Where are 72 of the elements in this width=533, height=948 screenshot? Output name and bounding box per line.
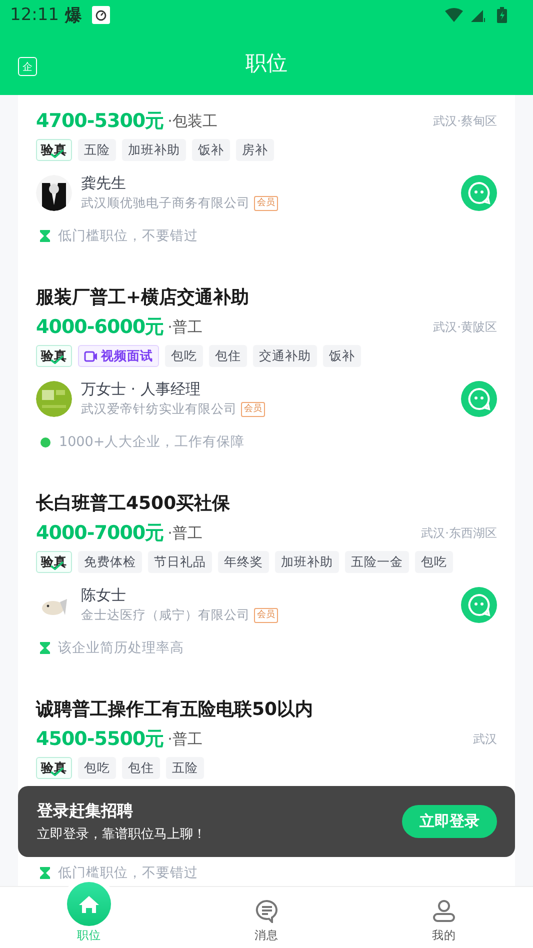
chat-button[interactable] [461, 381, 497, 417]
video-camera-icon [84, 350, 98, 362]
benefit-tag: 免费体检 [78, 551, 142, 573]
job-location: 武汉·蔡甸区 [433, 112, 497, 130]
benefit-tag: 年终奖 [218, 551, 269, 573]
member-badge: 会员 [241, 402, 265, 417]
member-badge: 会员 [254, 196, 278, 211]
notification-glyph: 爆 [65, 4, 82, 26]
benefit-tag: 五险一金 [345, 551, 409, 573]
status-time: 12:11 [10, 5, 59, 25]
benefit-tag: 饭补 [192, 139, 230, 161]
chat-bubble-icon [467, 181, 491, 205]
nav-tab[interactable]: 消息 [178, 887, 356, 948]
message-icon [254, 899, 278, 923]
nav-tab[interactable]: 职位 [0, 887, 178, 948]
job-location: 武汉·黄陂区 [433, 318, 497, 336]
chat-button[interactable] [461, 175, 497, 211]
benefit-tag: 加班补助 [275, 551, 339, 573]
user-icon [432, 899, 456, 923]
job-title: 长白班普工4500买社保 [36, 492, 232, 516]
timer-icon [92, 6, 110, 24]
hint-text: 该企业简历处理率高 [58, 639, 184, 657]
enterprise-button[interactable]: 企 [18, 57, 37, 76]
salary-text: 4000-7000元 [36, 521, 164, 546]
benefit-tag: 包住 [122, 757, 160, 779]
benefit-tag: 五险 [78, 139, 116, 161]
hint-text: 低门槛职位，不要错过 [58, 227, 198, 245]
hint-text: 1000+人大企业，工作有保障 [59, 433, 245, 451]
job-category: ·普工 [168, 524, 202, 542]
company-name: 金士达医疗（咸宁）有限公司 [81, 607, 250, 624]
job-category: ·普工 [168, 318, 202, 336]
salary-text: 4700-5300元 [36, 109, 164, 134]
benefit-tag: 节日礼品 [148, 551, 212, 573]
member-badge: 会员 [254, 608, 278, 623]
job-title: 诚聘普工操作工有五险电联50以内 [36, 698, 314, 722]
benefit-tag: 饭补 [323, 345, 361, 367]
battery-icon [497, 7, 507, 23]
wifi-icon [445, 8, 463, 22]
job-category: ·包装工 [168, 112, 218, 130]
benefit-tag: 五险 [166, 757, 204, 779]
banner-title: 登录赶集招聘 [37, 800, 134, 822]
recruiter-name: 陈女士 [81, 586, 127, 605]
company-name: 武汉顺优驰电子商务有限公司 [81, 195, 250, 212]
benefit-tag: 房补 [236, 139, 274, 161]
benefit-tag: 加班补助 [122, 139, 186, 161]
chat-bubble-icon [467, 387, 491, 411]
chat-button[interactable] [461, 587, 497, 623]
chat-bubble-icon [467, 593, 491, 617]
hourglass-icon [40, 230, 50, 242]
benefit-tag: 包住 [209, 345, 247, 367]
salary-text: 4500-5500元 [36, 727, 164, 752]
page-title: 职位 [246, 50, 288, 76]
dot-icon [40, 436, 51, 448]
nav-tab[interactable]: 我的 [355, 887, 533, 948]
job-title: 服装厂普工+横店交通补助 [36, 286, 250, 310]
recruiter-name: 龚先生 [81, 174, 127, 193]
salary-text: 4000-6000元 [36, 315, 164, 340]
benefit-tag: 包吃 [165, 345, 203, 367]
benefit-tag: 包吃 [415, 551, 453, 573]
company-name: 武汉爱帝针纺实业有限公司 [81, 401, 237, 418]
signal-icon [471, 8, 485, 22]
hourglass-icon [40, 642, 50, 654]
job-location: 武汉·东西湖区 [421, 524, 497, 542]
job-category: ·普工 [168, 730, 202, 748]
recruiter-name: 万女士 · 人事经理 [81, 380, 202, 399]
hourglass-icon [40, 867, 50, 879]
job-location: 武汉 [473, 730, 497, 748]
banner-subtitle: 立即登录，靠谱职位马上聊！ [37, 826, 206, 842]
login-button[interactable]: 立即登录 [402, 805, 497, 838]
benefit-tag: 包吃 [78, 757, 116, 779]
benefit-tag: 交通补助 [253, 345, 317, 367]
video-interview-tag: 视频面试 [78, 345, 159, 367]
